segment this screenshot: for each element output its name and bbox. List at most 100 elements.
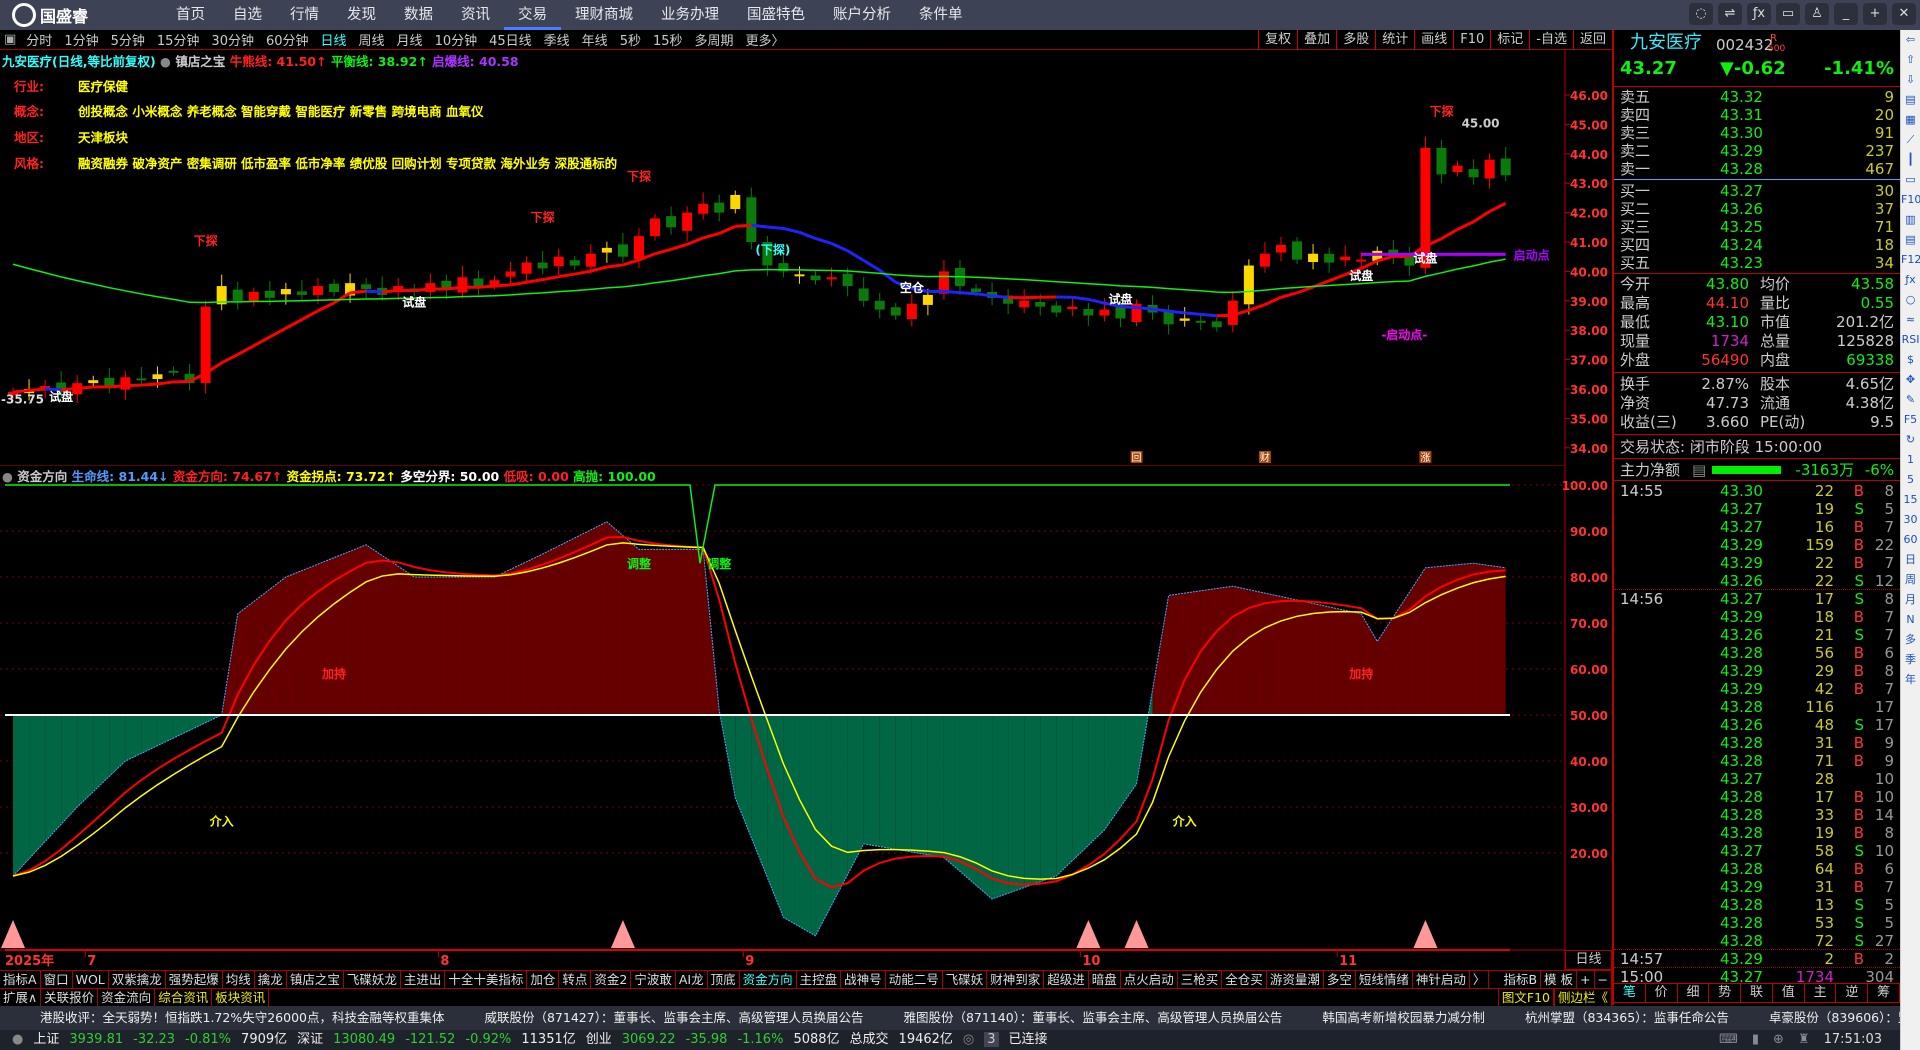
chat-icon[interactable]: ◌: [1689, 3, 1713, 25]
sidebar-button[interactable]: RSI: [1901, 330, 1920, 350]
indicator-tab[interactable]: 多空: [1324, 971, 1356, 988]
nav-item[interactable]: 自选: [219, 0, 276, 30]
indicator-tool-button[interactable]: 指标B: [1500, 971, 1542, 988]
extension-tab[interactable]: 综合资讯: [155, 989, 213, 1006]
extension-right-button[interactable]: 侧边栏《: [1553, 989, 1612, 1006]
indicator-tool-button[interactable]: +: [1577, 971, 1595, 988]
panel-tab[interactable]: 筹: [1868, 984, 1901, 1002]
sidebar-button[interactable]: $: [1901, 350, 1920, 370]
indicator-tab[interactable]: 加仓: [527, 971, 560, 988]
period-9[interactable]: 10分钟: [429, 30, 484, 49]
period-10[interactable]: 45日线: [483, 30, 538, 49]
indicator-tab[interactable]: 游资量潮: [1267, 971, 1324, 988]
indicator-tab[interactable]: 双紫擒龙: [109, 971, 166, 988]
chart-tool-button[interactable]: 标记: [1490, 30, 1529, 50]
nav-item[interactable]: 理财商城: [561, 0, 647, 30]
extension-tab[interactable]: 扩展∧: [0, 989, 42, 1006]
sidebar-button[interactable]: F10: [1901, 190, 1920, 210]
nav-item[interactable]: 行情: [276, 0, 333, 30]
indicator-tab[interactable]: 镇店之宝: [287, 971, 344, 988]
extension-tab[interactable]: 关联报价: [41, 989, 99, 1006]
panel-tab[interactable]: 逆: [1836, 984, 1869, 1002]
nav-item[interactable]: 发现: [333, 0, 390, 30]
sidebar-button[interactable]: ▤: [1901, 230, 1920, 250]
period-5[interactable]: 60分钟: [260, 30, 315, 49]
sidebar-button[interactable]: 周: [1901, 570, 1920, 590]
sidebar-button[interactable]: 日: [1901, 550, 1920, 570]
nav-item[interactable]: 条件单: [905, 0, 977, 30]
sidebar-button[interactable]: ⇩: [1901, 70, 1920, 90]
indicator-tab[interactable]: 点火启动: [1121, 971, 1178, 988]
period-16[interactable]: 更多〉: [740, 30, 791, 49]
chart-tool-button[interactable]: 叠加: [1297, 30, 1336, 50]
news-item[interactable]: 韩国高考新增校园暴力减分制: [1322, 1010, 1485, 1025]
indicator-tab[interactable]: 资金2: [591, 971, 632, 988]
restore-icon[interactable]: +: [1863, 3, 1887, 25]
period-8[interactable]: 月线: [391, 30, 429, 49]
indicator-tab[interactable]: 宁波敢: [631, 971, 676, 988]
indicator-tab[interactable]: 神针启动: [1413, 971, 1470, 988]
sidebar-button[interactable]: ⇧: [1901, 50, 1920, 70]
indicator-tab[interactable]: 三枪买: [1178, 971, 1223, 988]
period-2[interactable]: 5分钟: [105, 30, 151, 49]
index-name[interactable]: 深证: [297, 1032, 323, 1047]
indicator-tab[interactable]: 主控盘: [797, 971, 842, 988]
period-box[interactable]: 日线: [1565, 950, 1612, 970]
sidebar-button[interactable]: ▥: [1901, 210, 1920, 230]
panel-tab[interactable]: 笔: [1614, 984, 1646, 1002]
indicator-tab[interactable]: WOL: [73, 971, 109, 988]
nav-item[interactable]: 业务办理: [647, 0, 733, 30]
keyboard-icon[interactable]: ⌨: [1719, 1032, 1738, 1047]
sidebar-button[interactable]: N: [1901, 610, 1920, 630]
period-0[interactable]: 分时: [20, 30, 58, 49]
nav-item[interactable]: 数据: [390, 0, 447, 30]
news-ticker[interactable]: 港股收评：全天弱势！恒指跌1.72%失守26000点，科技金融等权重集体 威联股份…: [0, 1006, 1900, 1030]
index-name[interactable]: 上证: [33, 1032, 59, 1047]
chart-tool-button[interactable]: -自选: [1529, 30, 1573, 50]
panel-tab[interactable]: 势: [1709, 984, 1742, 1002]
close-icon[interactable]: ✕: [1892, 3, 1916, 25]
news-item[interactable]: 港股收评：全天弱势！恒指跌1.72%失守26000点，科技金融等权重集体: [40, 1010, 444, 1025]
skin-icon[interactable]: ♙: [1805, 3, 1829, 25]
sidebar-button[interactable]: F5: [1901, 410, 1920, 430]
chart-tool-button[interactable]: 多股: [1336, 30, 1375, 50]
nav-item[interactable]: 国盛特色: [733, 0, 819, 30]
indicator-tab[interactable]: 顶底: [708, 971, 740, 988]
chart-tool-button[interactable]: 返回: [1572, 30, 1612, 50]
extension-tab[interactable]: 资金流向: [98, 989, 156, 1006]
sidebar-button[interactable]: 月: [1901, 590, 1920, 610]
sidebar-button[interactable]: ⇦: [1901, 30, 1920, 50]
period-7[interactable]: 周线: [353, 30, 391, 49]
sidebar-button[interactable]: ▦: [1901, 110, 1920, 130]
nav-item[interactable]: 账户分析: [819, 0, 905, 30]
indicator-tab[interactable]: 指标A: [0, 971, 41, 988]
indicator-tool-button[interactable]: −: [1595, 971, 1612, 988]
sidebar-button[interactable]: ↻: [1901, 430, 1920, 450]
news-item[interactable]: 威联股份（871427）：董事长、监事会主席、高级管理人员换届公告: [484, 1010, 863, 1025]
sidebar-button[interactable]: ▭: [1901, 170, 1920, 190]
sidebar-button[interactable]: 5: [1901, 470, 1920, 490]
panel-tab[interactable]: 细: [1678, 984, 1710, 1002]
sidebar-button[interactable]: ○: [1901, 290, 1920, 310]
panel-toggle-icon[interactable]: ▣: [0, 32, 20, 47]
sidebar-button[interactable]: 季: [1901, 650, 1920, 670]
sidebar-button[interactable]: ✎: [1901, 390, 1920, 410]
indicator-tab[interactable]: 短线情绪: [1356, 971, 1413, 988]
indicator-tool-button[interactable]: 模 板: [1541, 971, 1578, 988]
indicator-tab[interactable]: 转点: [559, 971, 592, 988]
sidebar-button[interactable]: ✥: [1901, 370, 1920, 390]
chart-tool-button[interactable]: 统计: [1375, 30, 1414, 50]
sidebar-button[interactable]: ⟋: [1901, 130, 1920, 150]
indicator-tab[interactable]: AI龙: [676, 971, 708, 988]
fx-icon[interactable]: ƒx: [1747, 3, 1771, 25]
period-15[interactable]: 多周期: [689, 30, 740, 49]
period-11[interactable]: 季线: [538, 30, 576, 49]
sidebar-button[interactable]: 1: [1901, 450, 1920, 470]
candles-icon[interactable]: ▮: [1752, 1032, 1759, 1047]
indicator-tab[interactable]: 均线: [223, 971, 255, 988]
indicator-tab[interactable]: 飞碟妖龙: [344, 971, 401, 988]
sidebar-button[interactable]: 15: [1901, 490, 1920, 510]
panel-tab[interactable]: 联: [1741, 984, 1773, 1002]
main-flow-detail-icon[interactable]: ▤: [1692, 461, 1706, 479]
indicator-tab[interactable]: 战神号: [841, 971, 886, 988]
